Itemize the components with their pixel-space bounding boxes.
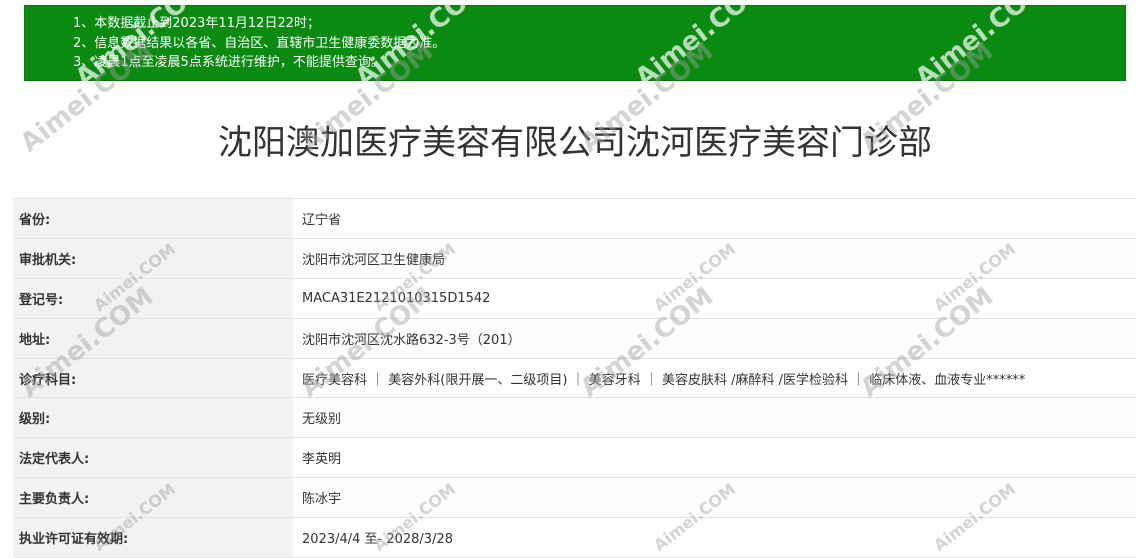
row-label: 主要负责人: [13, 478, 293, 518]
row-label: 执业许可证有效期: [13, 518, 293, 558]
row-value: 辽宁省 [293, 199, 1136, 238]
notice-banner: 1、本数据截止到2023年11月12日22时； 2、信息数据结果以各省、自治区、… [24, 5, 1126, 81]
row-value: MACA31E2121010315D1542 [293, 278, 1136, 318]
row-label: 地址: [13, 318, 293, 358]
row-label: 审批机关: [13, 238, 293, 278]
table-row-principal: 主要负责人: 陈冰宇 [13, 478, 1136, 519]
row-label: 级别: [13, 398, 293, 438]
info-table: 省份: 辽宁省 审批机关: 沈阳市沈河区卫生健康局 登记号: MACA31E21… [13, 198, 1136, 558]
row-label: 法定代表人: [13, 438, 293, 478]
table-row-address: 地址: 沈阳市沈河区沈水路632-3号（201） [13, 318, 1136, 359]
table-row-registration-number: 登记号: MACA31E2121010315D1542 [13, 278, 1136, 319]
table-row-legal-representative: 法定代表人: 李英明 [13, 438, 1136, 479]
row-value: 沈阳市沈河区沈水路632-3号（201） [293, 318, 1136, 358]
table-row-approval-authority: 审批机关: 沈阳市沈河区卫生健康局 [13, 238, 1136, 279]
table-row-departments: 诊疗科目: 医疗美容科 ｜ 美容外科(限开展一、二级项目) ｜ 美容牙科 ｜ 美… [13, 358, 1136, 399]
notice-line-2: 2、信息数据结果以各省、自治区、直辖市卫生健康委数据为准。 [73, 35, 446, 51]
notice-line-1: 1、本数据截止到2023年11月12日22时； [73, 16, 320, 31]
row-value: 李英明 [293, 438, 1136, 478]
row-value: 陈冰宇 [293, 478, 1136, 518]
table-row-level: 级别: 无级别 [13, 398, 1136, 439]
row-label: 登记号: [13, 278, 293, 318]
row-value: 医疗美容科 ｜ 美容外科(限开展一、二级项目) ｜ 美容牙科 ｜ 美容皮肤科 /… [293, 358, 1136, 398]
row-value: 沈阳市沈河区卫生健康局 [293, 238, 1136, 278]
table-row-license-validity: 执业许可证有效期: 2023/4/4 至- 2028/3/28 [13, 518, 1136, 558]
row-value: 无级别 [293, 398, 1136, 438]
table-row-province: 省份: 辽宁省 [13, 199, 1136, 239]
notice-line-3: 3、凌晨1点至凌晨5点系统进行维护，不能提供查询。 [73, 55, 384, 70]
row-label: 诊疗科目: [13, 358, 293, 398]
row-label: 省份: [13, 199, 293, 238]
page-title: 沈阳澳加医疗美容有限公司沈河医疗美容门诊部 [218, 123, 932, 163]
row-value: 2023/4/4 至- 2028/3/28 [293, 518, 1136, 558]
